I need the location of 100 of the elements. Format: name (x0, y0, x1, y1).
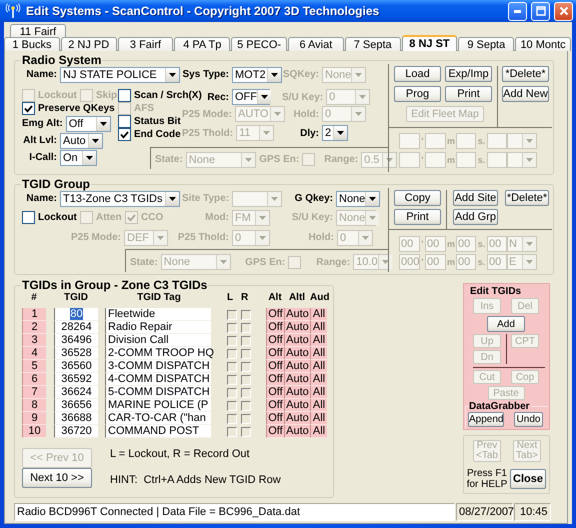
table-cell[interactable]: Off (266, 308, 284, 321)
tgid-field[interactable]: 28264 (54, 321, 98, 334)
table-cell[interactable]: Auto (284, 425, 310, 438)
tag-field[interactable]: CAR-TO-CAR ("han (105, 412, 211, 425)
table-cell[interactable]: Off (266, 373, 284, 386)
close-button[interactable] (554, 2, 573, 20)
table-cell[interactable]: Auto (284, 308, 310, 321)
table-cell[interactable]: Off (266, 399, 284, 412)
next-page-button[interactable]: Next 10 >> (22, 468, 92, 488)
table-cell[interactable]: Auto (284, 412, 310, 425)
checkbox[interactable] (241, 348, 251, 358)
tag-field[interactable]: Radio Repair (105, 321, 211, 334)
tab[interactable]: 8 NJ ST (402, 35, 458, 51)
table-cell[interactable]: Auto (284, 321, 310, 334)
tag-field[interactable]: 2-COMM TROOP HQ (105, 347, 211, 360)
checkbox[interactable] (227, 362, 237, 372)
table-cell[interactable]: Auto (284, 399, 310, 412)
tab[interactable]: 2 NJ PD (60, 37, 117, 51)
checkbox[interactable] (227, 348, 237, 358)
checkbox[interactable] (227, 426, 237, 436)
table-cell[interactable]: All (310, 399, 327, 412)
table-cell[interactable]: Auto (284, 347, 310, 360)
checkbox[interactable] (227, 414, 237, 424)
coordinate-field[interactable] (399, 133, 420, 149)
checkbox[interactable] (227, 374, 237, 384)
add-button[interactable]: Add (487, 316, 525, 332)
tag-field[interactable]: 5-COMM DISPATCH (105, 386, 211, 399)
checkbox[interactable] (241, 388, 251, 398)
table-cell[interactable]: All (310, 412, 327, 425)
checkbox[interactable] (227, 388, 237, 398)
checkbox[interactable] (241, 362, 251, 372)
table-cell[interactable]: Auto (284, 386, 310, 399)
tgid-field[interactable]: 36528 (54, 347, 98, 360)
tgid-field[interactable]: 36720 (54, 425, 98, 438)
load-button[interactable]: Load (394, 66, 441, 82)
table-cell[interactable]: All (310, 386, 327, 399)
tag-field[interactable]: Fleetwide (105, 308, 211, 321)
dropdown[interactable]: Off (66, 116, 111, 132)
delete-button[interactable]: *Delete* (502, 66, 549, 82)
tab[interactable]: 10 Montc (515, 37, 571, 51)
print-button[interactable]: Print (445, 86, 492, 102)
coordinate-field[interactable] (487, 133, 507, 149)
coordinate-field[interactable] (425, 133, 446, 149)
delete-button[interactable]: *Delete* (505, 190, 549, 206)
coordinate-field[interactable] (456, 133, 476, 149)
table-cell[interactable]: Off (266, 334, 284, 347)
table-cell[interactable]: Off (266, 425, 284, 438)
checkbox[interactable] (118, 115, 131, 128)
tgid-field[interactable]: 36592 (54, 373, 98, 386)
table-cell[interactable]: Off (266, 360, 284, 373)
checkbox[interactable] (22, 102, 35, 115)
add-group-button[interactable]: Add Grp (453, 209, 498, 225)
tab[interactable]: 5 PECO- (231, 37, 287, 51)
dropdown[interactable]: MOT2 (232, 66, 282, 82)
checkbox[interactable] (227, 322, 237, 332)
checkbox[interactable] (241, 414, 251, 424)
checkbox[interactable] (241, 310, 251, 320)
add-site-button[interactable]: Add Site (453, 190, 498, 206)
dropdown[interactable]: OFF (232, 89, 270, 105)
dropdown[interactable] (507, 133, 537, 149)
table-cell[interactable]: Off (266, 386, 284, 399)
tgid-field[interactable]: 80 (54, 308, 98, 321)
checkbox[interactable] (241, 374, 251, 384)
table-cell[interactable]: All (310, 334, 327, 347)
tag-field[interactable]: 3-COMM DISPATCH (105, 360, 211, 373)
tab[interactable]: 7 Septa (344, 37, 401, 51)
tag-field[interactable]: 4-COMM DISPATCH (105, 373, 211, 386)
dropdown[interactable]: NJ STATE POLICE (60, 66, 180, 82)
dropdown[interactable]: None (336, 190, 380, 206)
table-cell[interactable]: All (310, 360, 327, 373)
dropdown[interactable]: On (60, 150, 97, 166)
table-cell[interactable]: Off (266, 321, 284, 334)
tag-field[interactable]: MARINE POLICE (P (105, 399, 211, 412)
coordinate-field[interactable] (425, 152, 446, 168)
coordinate-field[interactable] (487, 152, 507, 168)
tab[interactable]: 6 Aviat (288, 37, 344, 51)
checkbox[interactable] (227, 400, 237, 410)
checkbox[interactable] (241, 426, 251, 436)
checkbox[interactable] (241, 336, 251, 346)
program-button[interactable]: Prog (394, 86, 441, 102)
table-cell[interactable]: All (310, 373, 327, 386)
tgid-field[interactable]: 36656 (54, 399, 98, 412)
table-cell[interactable]: Off (266, 347, 284, 360)
dropdown[interactable]: Auto (60, 132, 103, 148)
append-button[interactable]: Append (468, 412, 504, 427)
table-cell[interactable]: All (310, 347, 327, 360)
close-button[interactable]: Close (510, 469, 546, 489)
tab[interactable]: 1 Bucks (4, 37, 60, 51)
tab[interactable]: 3 Fairf (118, 37, 174, 51)
table-cell[interactable]: Off (266, 412, 284, 425)
checkbox[interactable] (118, 88, 131, 102)
add-new-button[interactable]: Add New (502, 86, 549, 102)
table-cell[interactable]: Auto (284, 360, 310, 373)
table-cell[interactable]: All (310, 308, 327, 321)
checkbox[interactable] (22, 211, 35, 224)
copy-button[interactable]: Copy (394, 190, 441, 206)
checkbox[interactable] (118, 128, 131, 141)
maximize-button[interactable] (531, 2, 550, 20)
tgid-field[interactable]: 36688 (54, 412, 98, 425)
tag-field[interactable]: Division Call (105, 334, 211, 347)
